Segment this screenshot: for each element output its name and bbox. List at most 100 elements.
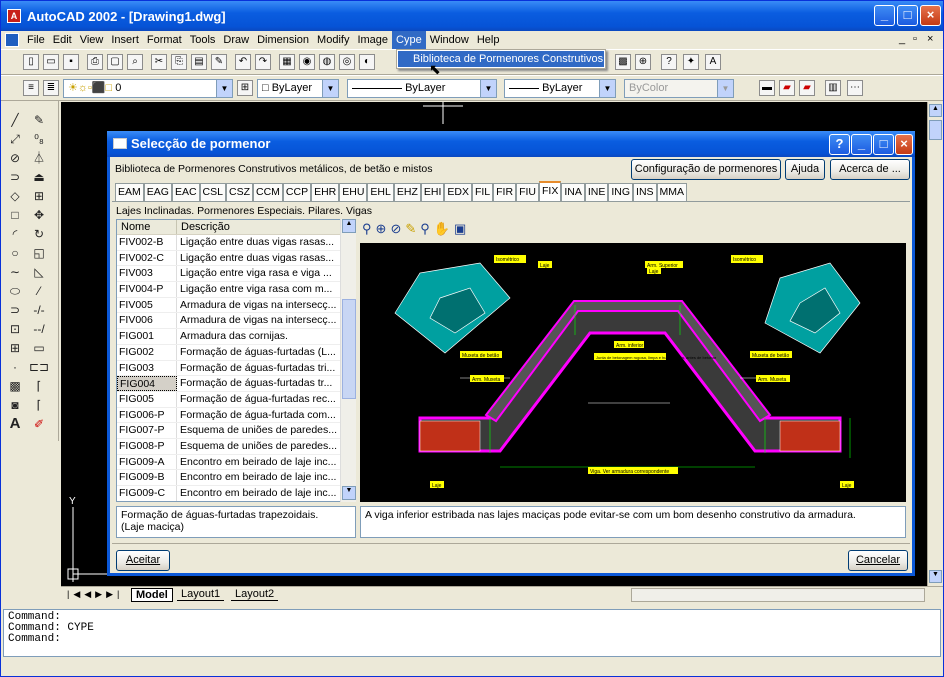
menu-draw[interactable]: Draw — [219, 31, 253, 49]
list-item[interactable]: FIV002-B Ligação entre duas vigas rasas..… — [117, 235, 355, 251]
list-item[interactable]: FIV004-P Ligação entre viga rasa com m... — [117, 282, 355, 298]
zoom-icon[interactable]: ⊕ — [635, 54, 651, 70]
list-item[interactable]: FIV006 Armadura de vigas na intersecç... — [117, 313, 355, 330]
tab-layout2[interactable]: Layout2 — [231, 588, 279, 601]
list-item[interactable]: FIG005 Formação de água-furtadas rec... — [117, 391, 355, 408]
list-scrollbar[interactable]: ▲ ▼ — [340, 219, 356, 502]
chevron-down-icon[interactable]: ▼ — [599, 80, 615, 97]
chevron-down-icon[interactable]: ▼ — [717, 80, 733, 97]
chevron-down-icon[interactable]: ▼ — [216, 80, 232, 97]
tab-fix[interactable]: FIX — [538, 181, 562, 201]
ellipse-arc-icon[interactable]: ⊃ — [5, 301, 25, 319]
menu-insert[interactable]: Insert — [107, 31, 143, 49]
tab-ina[interactable]: INA — [561, 183, 585, 201]
rectangle-icon[interactable]: ◇ — [5, 187, 25, 205]
undo-icon[interactable]: ↶ — [235, 54, 251, 70]
menu-window[interactable]: Window — [426, 31, 473, 49]
chamfer-icon[interactable]: ⌈ — [29, 377, 49, 395]
mdi-close-button[interactable]: × — [927, 33, 933, 45]
scroll-thumb[interactable] — [342, 299, 356, 399]
layer-manager-icon[interactable]: ≡ — [23, 80, 39, 96]
tab-ccp[interactable]: CCP — [282, 183, 312, 201]
tab-mma[interactable]: MMA — [656, 183, 688, 201]
mtext-icon[interactable]: A — [5, 415, 25, 433]
command-window[interactable]: Command: Command: CYPE Command: — [3, 609, 941, 657]
scroll-up-icon[interactable]: ▲ — [929, 104, 942, 117]
scroll-up-icon[interactable]: ▲ — [342, 219, 356, 233]
list-item[interactable]: FIG007-P Esquema de uniões de paredes... — [117, 423, 355, 439]
command-prompt[interactable]: Command: — [8, 634, 936, 645]
tab-csl[interactable]: CSL — [199, 183, 226, 201]
zoom-previous-icon[interactable]: ⚲ — [420, 221, 434, 236]
menu-view[interactable]: View — [76, 31, 108, 49]
lineweight-combo[interactable]: ByLayer ▼ — [504, 79, 616, 98]
tab-ins[interactable]: INS — [633, 183, 657, 201]
cype-icon[interactable]: ✦ — [683, 54, 699, 70]
vertical-scrollbar[interactable]: ▲ ▼ — [927, 102, 943, 586]
trim-icon[interactable]: -/- — [29, 301, 49, 319]
list-item[interactable]: FIG004 Formação de águas-furtadas tr... — [117, 376, 355, 392]
point-icon[interactable]: · — [5, 358, 25, 376]
horizontal-scrollbar[interactable] — [631, 588, 925, 602]
tab-nav-arrows-icon[interactable]: |◀◀▶▶| — [67, 589, 123, 600]
chevron-down-icon[interactable]: ▼ — [322, 80, 338, 97]
minimize-button[interactable]: _ — [874, 5, 895, 26]
acerca-button[interactable]: Acerca de ... — [830, 159, 910, 180]
make-current-icon[interactable]: ⊞ — [237, 80, 253, 96]
arc-icon[interactable]: ◜ — [5, 225, 25, 243]
circle-icon[interactable]: ○ — [5, 244, 25, 262]
erase-icon[interactable]: ✎ — [29, 111, 49, 129]
properties-icon[interactable]: ◉ — [299, 54, 315, 70]
menu-dimension[interactable]: Dimension — [253, 31, 313, 49]
chevron-down-icon[interactable]: ▼ — [480, 80, 496, 97]
cancelar-button[interactable]: Cancelar — [848, 550, 908, 571]
menu-image[interactable]: Image — [353, 31, 392, 49]
tool-icon-1[interactable]: ◍ — [319, 54, 335, 70]
redo-icon[interactable]: ↷ — [255, 54, 271, 70]
save-icon[interactable]: ▪ — [63, 54, 79, 70]
cype-tool-icon-5[interactable]: ⋯ — [847, 80, 863, 96]
zoom-window-icon[interactable]: ⊕ — [376, 221, 391, 236]
tab-eag[interactable]: EAG — [143, 183, 172, 201]
list-item[interactable]: FIG008-P Esquema de uniões de paredes... — [117, 438, 355, 455]
dialog-maximize-button[interactable]: □ — [873, 134, 894, 155]
extend-icon[interactable]: --/ — [29, 320, 49, 338]
layer-previous-icon[interactable]: ≣ — [43, 80, 59, 96]
dialog-close-button[interactable]: × — [895, 134, 913, 155]
ellipse-icon[interactable]: ⬭ — [5, 282, 25, 300]
color-combo[interactable]: □ ByLayer ▼ — [257, 79, 339, 98]
drawing-icon[interactable] — [5, 33, 19, 47]
scroll-down-icon[interactable]: ▼ — [342, 486, 356, 500]
plotstyle-combo[interactable]: ByColor ▼ — [624, 79, 734, 98]
spline-icon[interactable]: ∼ — [5, 263, 25, 281]
pencil-icon[interactable]: ✎ — [405, 221, 420, 236]
list-item[interactable]: FIG003 Formação de águas-furtadas tri... — [117, 360, 355, 377]
detail-preview[interactable]: Isométrico Isométrico Laje Arm. Superior… — [360, 243, 906, 502]
tab-fil[interactable]: FIL — [471, 183, 494, 201]
make-block-icon[interactable]: ⊞ — [5, 339, 25, 357]
menu-file[interactable]: File — [23, 31, 49, 49]
tab-ine[interactable]: INE — [584, 183, 609, 201]
list-item[interactable]: FIG001 Armadura das cornijas. — [117, 329, 355, 345]
array-icon[interactable]: ⊞ — [29, 187, 49, 205]
close-button[interactable]: × — [920, 5, 941, 26]
copy-icon[interactable]: ⎘ — [171, 54, 187, 70]
explode-icon[interactable]: ✐ — [29, 415, 49, 433]
list-item[interactable]: FIG006-P Formação de água-furtada com... — [117, 407, 355, 424]
aceitar-button[interactable]: Aceitar — [116, 550, 170, 571]
hatch-icon[interactable]: ▩ — [5, 377, 25, 395]
new-icon[interactable]: ▯ — [23, 54, 39, 70]
ajuda-button[interactable]: Ajuda — [785, 159, 825, 180]
list-item[interactable]: FIG009-C Encontro em beirado de laje inc.… — [117, 486, 355, 501]
tab-ehz[interactable]: EHZ — [393, 183, 421, 201]
help-icon[interactable]: ? — [661, 54, 677, 70]
insert-block-icon[interactable]: ⊡ — [5, 320, 25, 338]
menu-help[interactable]: Help — [473, 31, 504, 49]
stretch-icon[interactable]: ◺ — [29, 263, 49, 281]
lengthen-icon[interactable]: ⁄ — [29, 282, 49, 300]
scroll-down-icon[interactable]: ▼ — [929, 570, 942, 583]
list-item[interactable]: FIG002 Formação de águas-furtadas (L... — [117, 344, 355, 361]
tab-csz[interactable]: CSZ — [225, 183, 253, 201]
dialog-minimize-button[interactable]: _ — [851, 134, 872, 155]
autocad-app-icon[interactable]: A — [7, 9, 21, 23]
